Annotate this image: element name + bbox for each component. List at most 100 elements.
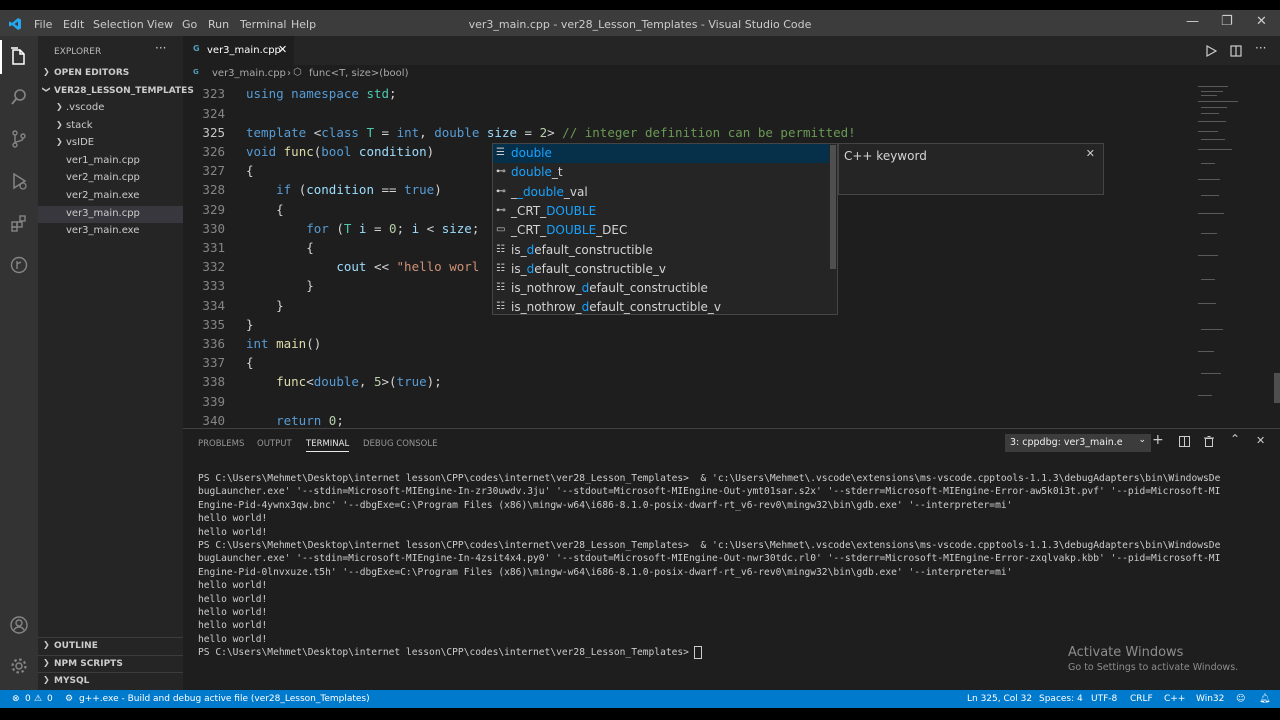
suggestion-item[interactable]: ⊷ double_t <box>493 163 829 182</box>
suggestion-item[interactable]: ⊷ __double_val <box>493 183 829 202</box>
suggestion-label-match: DOUBLE <box>546 203 597 218</box>
npm-scripts-section[interactable]: ❯ NPM SCRIPTS <box>38 655 183 673</box>
code-text: func<double, 5>(true); <box>276 374 442 389</box>
macro-icon: ▭ <box>496 224 506 236</box>
open-editors-section[interactable]: ❯ OPEN EDITORS <box>38 65 183 82</box>
code-text: { <box>246 240 314 255</box>
tree-file[interactable]: ver2_main.exe <box>38 188 183 205</box>
suggestion-label-prefix: is_ <box>511 261 527 276</box>
autocomplete-suggestions[interactable]: ☰ double ⊷ double_t ⊷ __double_val ⊷ _CRT_DOUBL… <box>492 143 838 315</box>
line-number: 336 <box>202 336 225 351</box>
breadcrumb-file[interactable]: ver3_main.cpp <box>212 68 286 79</box>
maximize-icon[interactable]: ❐ <box>1221 14 1233 29</box>
chevron-right-icon: ❯ <box>43 640 50 649</box>
notifications-bell-icon[interactable]: 🔔︎ <box>1259 694 1270 704</box>
terminal-line: Engine-Pid-4ywnx3qw.bnc' '--dbgExe=C:\Pr… <box>198 499 1013 511</box>
suggestion-item[interactable]: ☷ is_default_constructible <box>493 241 829 260</box>
minimize-icon[interactable]: — <box>1186 14 1199 29</box>
mysql-section[interactable]: ❯ MYSQL <box>38 672 183 690</box>
cursor-position[interactable]: Ln 325, Col 32 <box>967 694 1032 704</box>
search-icon[interactable] <box>9 87 29 107</box>
suggestion-item[interactable]: ⊷ _CRT_DOUBLE <box>493 202 829 221</box>
suggestion-label: __double_val <box>511 185 588 199</box>
indentation[interactable]: Spaces: 4 <box>1039 694 1083 704</box>
suggestion-label-match: _double <box>517 184 564 199</box>
chevron-down-icon: ⌄ <box>1138 435 1146 445</box>
breadcrumb-symbol[interactable]: func<T, size>(bool) <box>309 68 408 79</box>
more-actions-icon[interactable]: ··· <box>155 41 166 55</box>
code-text: { <box>246 202 284 217</box>
terminal-selector[interactable]: 3: cppdbg: ver3_main.e ⌄ <box>1005 434 1151 452</box>
explorer-icon[interactable] <box>9 46 29 66</box>
tree-file[interactable]: ver3_main.exe <box>38 223 183 240</box>
tab-terminal[interactable]: TERMINAL <box>306 439 350 452</box>
source-control-icon[interactable] <box>9 129 29 149</box>
terminal-line: hello world! <box>198 620 268 632</box>
suggestion-label-suffix: _val <box>563 184 588 199</box>
line-number: 324 <box>202 106 225 121</box>
tree-file[interactable]: ver1_main.cpp <box>38 153 183 170</box>
line-ending[interactable]: CRLF <box>1130 694 1153 704</box>
code-line: 336 int main() <box>183 335 1193 354</box>
close-window-icon[interactable]: ✕ <box>1256 14 1267 29</box>
suggestion-label: _CRT_DOUBLE_DEC <box>511 223 627 237</box>
suggestion-item[interactable]: ☰ double <box>493 144 829 163</box>
suggestion-scrollbar[interactable] <box>830 145 836 269</box>
language-mode[interactable]: C++ <box>1164 694 1185 704</box>
tree-file[interactable]: ver2_main.cpp <box>38 170 183 187</box>
accounts-icon[interactable] <box>9 615 29 635</box>
warnings-count[interactable]: 0 <box>47 694 53 704</box>
suggestion-label: is_default_constructible <box>511 243 653 257</box>
terminal-line: hello world! <box>198 513 268 525</box>
suggestion-label-suffix: _DEC <box>596 223 628 238</box>
line-number: 330 <box>202 221 225 236</box>
suggestion-item[interactable]: ☷ is_default_constructible_v <box>493 260 829 279</box>
code-line: 340 return 0; <box>183 412 1193 428</box>
terminal-line: PS C:\Users\Mehmet\Desktop\internet less… <box>198 473 1221 484</box>
build-task[interactable]: g++.exe - Build and debug active file (v… <box>79 694 370 704</box>
errors-count[interactable]: 0 <box>25 694 31 704</box>
folder-section[interactable]: ❯ VER28_LESSON_TEMPLATES <box>38 83 194 100</box>
trash-icon[interactable] <box>1204 436 1214 447</box>
tab-debug-console[interactable]: DEBUG CONSOLE <box>363 439 437 449</box>
line-number: 323 <box>202 86 225 101</box>
suggestion-label: is_nothrow_default_constructible <box>511 281 708 295</box>
typedef-icon: ⊷ <box>496 185 506 197</box>
tree-folder[interactable]: ❯ stack <box>38 118 183 135</box>
extensions-icon[interactable] <box>9 213 29 233</box>
suggestion-label-suffix: efault_constructible <box>589 281 708 296</box>
struct-icon: ☷ <box>496 301 505 313</box>
outline-label: OUTLINE <box>54 641 98 651</box>
terminal-prompt[interactable]: PS C:\Users\Mehmet\Desktop\internet less… <box>198 646 702 660</box>
tree-file[interactable]: ver3_main.cpp <box>38 205 183 223</box>
close-panel-icon[interactable]: ✕ <box>1256 434 1265 447</box>
tab-output[interactable]: OUTPUT <box>257 439 292 449</box>
file-encoding[interactable]: UTF-8 <box>1091 694 1117 704</box>
feedback-icon[interactable]: ☺ <box>1236 694 1245 704</box>
tab-ver3-main-cpp[interactable]: G ver3_main.cpp ✕ <box>183 36 294 65</box>
run-file-icon[interactable] <box>1205 45 1217 57</box>
close-tab-icon[interactable]: ✕ <box>278 43 287 56</box>
settings-gear-icon[interactable] <box>9 656 29 676</box>
maximize-panel-icon[interactable]: ⌃ <box>1230 432 1240 446</box>
new-terminal-icon[interactable]: + <box>1152 432 1164 448</box>
platform[interactable]: Win32 <box>1196 694 1224 704</box>
split-terminal-icon[interactable] <box>1179 436 1190 447</box>
suggestion-detail-text: C++ keyword <box>844 149 927 163</box>
git-graph-icon[interactable] <box>9 255 29 275</box>
tab-problems[interactable]: PROBLEMS <box>198 439 244 449</box>
screen-border <box>0 0 1280 10</box>
more-editor-actions-icon[interactable]: ··· <box>1255 41 1266 55</box>
suggestion-item[interactable]: ☷ is_nothrow_default_constructible <box>493 279 829 298</box>
close-details-icon[interactable]: ✕ <box>1086 147 1095 160</box>
split-editor-icon[interactable] <box>1230 45 1242 57</box>
tree-folder[interactable]: ❯ .vscode <box>38 100 183 117</box>
breadcrumb-separator-icon: › <box>287 68 291 79</box>
tree-folder[interactable]: ❯ vsIDE <box>38 135 183 152</box>
minimap[interactable] <box>1193 83 1280 428</box>
suggestion-item[interactable]: ☷ is_nothrow_default_constructible_v <box>493 298 829 317</box>
cpp-file-icon: G <box>193 68 199 76</box>
suggestion-item[interactable]: ▭ _CRT_DOUBLE_DEC <box>493 221 829 240</box>
outline-section[interactable]: ❯ OUTLINE <box>38 637 183 655</box>
run-debug-icon[interactable] <box>9 171 29 191</box>
